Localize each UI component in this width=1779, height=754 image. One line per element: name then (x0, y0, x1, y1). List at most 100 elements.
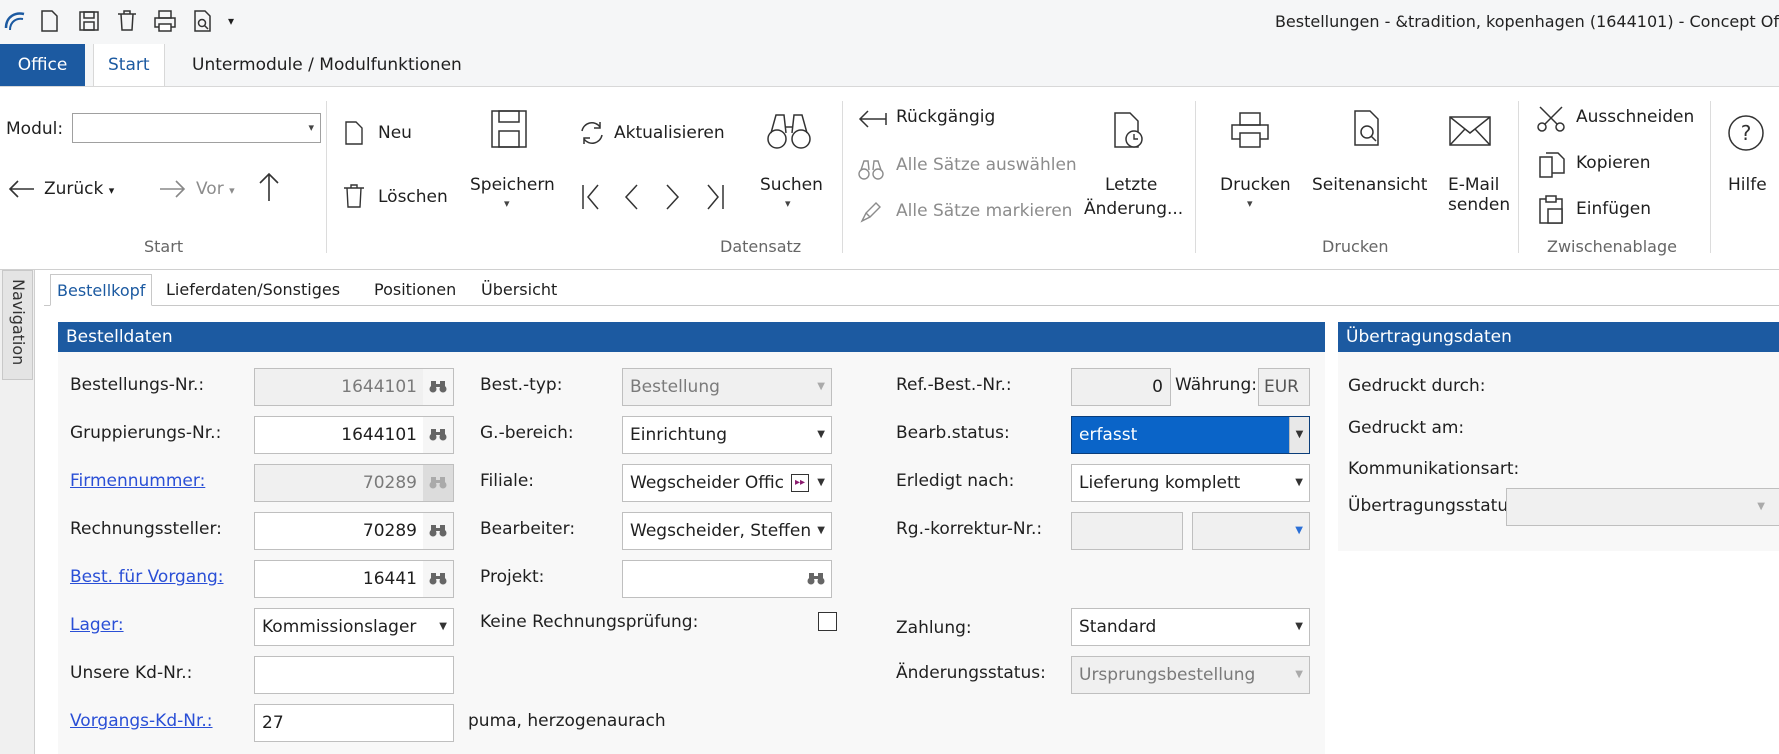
waehrung-field[interactable]: EUR (1258, 368, 1310, 406)
unsere-kd-nr-input[interactable] (254, 656, 454, 694)
last-record-icon[interactable] (704, 181, 726, 213)
new-document-icon[interactable] (36, 8, 62, 34)
delete-icon[interactable] (342, 183, 366, 209)
letzte-aenderung-button[interactable]: Letzte (1105, 175, 1157, 195)
tab-lieferdaten[interactable]: Lieferdaten/Sonstiges (160, 274, 346, 305)
customize-qat-chevron-icon[interactable]: ▾ (228, 8, 254, 34)
einfuegen-button[interactable]: Einfügen (1576, 199, 1651, 219)
neu-button[interactable]: Neu (378, 123, 412, 143)
zurueck-button[interactable]: Zurück ▾ (44, 179, 114, 199)
help-icon[interactable]: ? (1726, 113, 1766, 153)
binoculars-icon[interactable] (423, 513, 453, 549)
email-icon[interactable] (1448, 115, 1492, 147)
print-preview-icon[interactable] (1352, 109, 1384, 149)
chevron-down-icon: ▼ (817, 477, 825, 488)
email-senden-button[interactable]: E-Mail senden (1448, 175, 1510, 215)
loeschen-button[interactable]: Löschen (378, 187, 448, 207)
chevron-down-icon[interactable]: ▼ (1289, 417, 1309, 453)
modul-select[interactable]: ▾ (72, 113, 321, 143)
marker-icon[interactable] (858, 199, 884, 225)
speichern-chevron-icon[interactable]: ▾ (504, 197, 510, 210)
lager-select[interactable]: Kommissionslager ▼ (254, 608, 454, 646)
drucken-chevron-icon[interactable]: ▾ (1247, 197, 1253, 210)
bestellungs-nr-field[interactable]: 1644101 (254, 368, 454, 406)
firmennummer-link[interactable]: Firmennummer: (70, 471, 205, 491)
svg-text:?: ? (1741, 121, 1752, 145)
aenderungsstatus-select[interactable]: Ursprungsbestellung ▼ (1071, 656, 1310, 694)
chevron-down-icon: ▼ (1757, 501, 1765, 512)
rechnungssteller-field[interactable]: 70289 (254, 512, 454, 550)
binoculars-icon[interactable] (766, 111, 812, 151)
uebertragungsstatus-select[interactable]: ▼ (1506, 488, 1779, 526)
speichern-button[interactable]: Speichern (470, 175, 555, 195)
suchen-button[interactable]: Suchen (760, 175, 823, 195)
binoculars-icon[interactable] (423, 417, 453, 453)
copy-icon[interactable] (1538, 151, 1566, 179)
tab-positionen[interactable]: Positionen (368, 274, 462, 305)
undo-icon[interactable] (856, 107, 888, 131)
bearbeiter-select[interactable]: Wegscheider, Steffen ▼ (622, 512, 832, 550)
best-typ-select[interactable]: Bestellung ▼ (622, 368, 832, 406)
arrow-left-icon[interactable] (6, 177, 36, 201)
paste-icon[interactable] (1538, 195, 1566, 225)
binoculars-icon[interactable] (423, 561, 453, 597)
seitenansicht-button[interactable]: Seitenansicht (1312, 175, 1427, 195)
jump-to-icon[interactable]: ▸▸ (791, 474, 809, 492)
alle-saetze-markieren-button[interactable]: Alle Sätze markieren (896, 201, 1072, 221)
save-icon[interactable] (76, 8, 102, 34)
print-icon[interactable] (1230, 111, 1270, 149)
tab-start[interactable]: Start (93, 44, 165, 86)
cut-icon[interactable] (1536, 105, 1566, 133)
bearb-status-value: erfasst (1079, 425, 1138, 445)
tab-bestellkopf[interactable]: Bestellkopf (50, 274, 153, 306)
erledigt-nach-select[interactable]: Lieferung komplett ▼ (1071, 464, 1310, 502)
ref-best-nr-field[interactable]: 0 (1071, 368, 1171, 406)
vor-button[interactable]: Vor ▾ (196, 179, 235, 199)
arrow-up-icon[interactable] (256, 171, 282, 203)
kopieren-button[interactable]: Kopieren (1576, 153, 1651, 173)
next-record-icon[interactable] (664, 181, 682, 213)
alle-saetze-auswaehlen-button[interactable]: Alle Sätze auswählen (896, 155, 1077, 175)
aktualisieren-button[interactable]: Aktualisieren (614, 123, 725, 143)
hilfe-button[interactable]: Hilfe (1728, 175, 1767, 195)
navigation-tab[interactable]: Navigation (2, 270, 33, 380)
firmennummer-field[interactable]: 70289 (254, 464, 454, 502)
refresh-icon[interactable] (578, 119, 606, 147)
binoculars-icon[interactable] (423, 369, 453, 405)
drucken-button[interactable]: Drucken (1220, 175, 1291, 195)
print-preview-icon[interactable] (190, 8, 216, 34)
ausschneiden-button[interactable]: Ausschneiden (1576, 107, 1694, 127)
rueckgaengig-button[interactable]: Rückgängig (896, 107, 995, 127)
vorgangs-kd-nr-link[interactable]: Vorgangs-Kd-Nr.: (70, 711, 213, 731)
rg-korrektur-select[interactable]: ▼ (1192, 512, 1310, 550)
filiale-select[interactable]: Wegscheider Offic ▸▸ ▼ (622, 464, 832, 502)
first-record-icon[interactable] (580, 181, 602, 213)
gruppierungs-nr-field[interactable]: 1644101 (254, 416, 454, 454)
binoculars-small-icon[interactable] (858, 159, 884, 181)
last-change-icon[interactable] (1112, 111, 1144, 151)
projekt-field[interactable] (622, 560, 832, 598)
print-icon[interactable] (152, 8, 178, 34)
rg-korrektur-nr-label: Rg.-korrektur-Nr.: (896, 519, 1043, 539)
save-icon[interactable] (490, 109, 528, 149)
keine-rechnungspruefung-checkbox[interactable] (818, 612, 837, 631)
delete-icon[interactable] (114, 8, 140, 34)
arrow-right-icon[interactable] (158, 177, 188, 201)
tab-uebersicht[interactable]: Übersicht (475, 274, 563, 305)
chevron-down-icon: ▼ (439, 621, 447, 632)
new-document-icon[interactable] (344, 120, 364, 146)
best-fuer-vorgang-field[interactable]: 16441 (254, 560, 454, 598)
g-bereich-select[interactable]: Einrichtung ▼ (622, 416, 832, 454)
suchen-chevron-icon[interactable]: ▾ (785, 197, 791, 210)
best-fuer-vorgang-link[interactable]: Best. für Vorgang: (70, 567, 224, 587)
zahlung-select[interactable]: Standard ▼ (1071, 608, 1310, 646)
lager-link[interactable]: Lager: (70, 615, 124, 635)
vorgangs-kd-nr-input[interactable]: 27 (254, 704, 454, 742)
bearb-status-select[interactable]: erfasst ▼ (1071, 416, 1310, 454)
rg-korrektur-nr-field[interactable] (1071, 512, 1183, 550)
best-fuer-vorgang-value: 16441 (362, 569, 417, 589)
tab-office[interactable]: Office (0, 44, 85, 86)
tab-untermodule[interactable]: Untermodule / Modulfunktionen (178, 44, 476, 86)
binoculars-icon[interactable] (801, 561, 831, 597)
previous-record-icon[interactable] (622, 181, 640, 213)
